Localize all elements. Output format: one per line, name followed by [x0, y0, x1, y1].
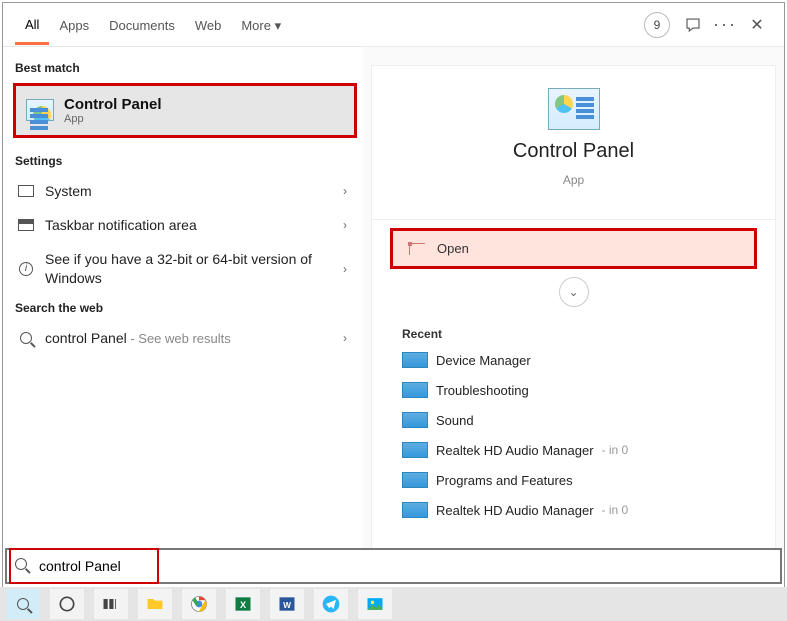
tab-documents[interactable]: Documents — [99, 6, 185, 43]
section-best-match: Best match — [13, 55, 357, 81]
more-options-icon[interactable] — [716, 16, 734, 34]
best-match-result[interactable]: Control Panel App — [13, 83, 357, 138]
open-icon — [409, 243, 425, 255]
section-settings: Settings — [13, 148, 357, 174]
tab-all[interactable]: All — [15, 5, 49, 45]
preview-title: Control Panel — [513, 140, 634, 163]
taskbar-taskview-button[interactable] — [94, 589, 128, 619]
taskbar-cortana-button[interactable] — [50, 589, 84, 619]
recent-item[interactable]: Realtek HD Audio Manager - in 0 — [396, 435, 757, 465]
open-label: Open — [437, 241, 469, 256]
control-panel-icon — [26, 99, 54, 123]
open-action[interactable]: Open — [390, 228, 757, 269]
recent-item[interactable]: Device Manager — [396, 345, 757, 375]
settings-item-label: System — [45, 182, 333, 200]
svg-text:W: W — [283, 600, 291, 610]
tab-web[interactable]: Web — [185, 6, 232, 43]
web-search-label: control Panel - See web results — [45, 329, 333, 348]
svg-text:X: X — [240, 600, 247, 610]
settings-item-label: Taskbar notification area — [45, 216, 333, 234]
expand-actions-button[interactable]: ⌄ — [559, 277, 589, 307]
taskbar-telegram[interactable] — [314, 589, 348, 619]
taskbar-search-button[interactable] — [6, 589, 40, 619]
search-icon — [17, 329, 35, 347]
recent-item-label: Realtek HD Audio Manager — [436, 503, 594, 518]
recent-item-label: Sound — [436, 413, 474, 428]
recent-list: Device Manager Troubleshooting Sound Rea… — [372, 345, 775, 525]
best-match-title: Control Panel — [64, 96, 162, 113]
recent-item-label: Device Manager — [436, 353, 531, 368]
results-panel: Best match Control Panel App Settings Sy… — [3, 47, 363, 552]
taskbar-icon — [17, 216, 35, 234]
cpl-icon — [402, 412, 428, 428]
taskbar-excel[interactable]: X — [226, 589, 260, 619]
recent-item-label: Programs and Features — [436, 473, 573, 488]
feedback-icon[interactable] — [684, 16, 702, 34]
recent-item[interactable]: Sound — [396, 405, 757, 435]
section-search-web: Search the web — [13, 295, 357, 321]
settings-item-system[interactable]: System — [13, 174, 357, 208]
chevron-right-icon — [343, 184, 353, 198]
cpl-icon — [402, 442, 428, 458]
chevron-down-icon: ▾ — [275, 18, 282, 33]
recent-section-label: Recent — [372, 315, 775, 345]
tab-more[interactable]: More ▾ — [231, 6, 291, 44]
info-icon — [17, 260, 35, 278]
rewards-badge[interactable]: 9 — [644, 12, 670, 38]
search-filter-tabs: All Apps Documents Web More ▾ 9 ✕ — [3, 3, 784, 47]
recent-item[interactable]: Realtek HD Audio Manager - in 0 — [396, 495, 757, 525]
preview-subtitle: App — [563, 173, 584, 187]
settings-item-label: See if you have a 32-bit or 64-bit versi… — [45, 250, 333, 286]
close-icon[interactable]: ✕ — [748, 16, 766, 34]
recent-item-label: Troubleshooting — [436, 383, 529, 398]
chevron-right-icon — [343, 331, 353, 345]
cpl-icon — [402, 472, 428, 488]
tab-apps[interactable]: Apps — [49, 6, 99, 43]
taskbar-photos[interactable] — [358, 589, 392, 619]
taskbar: X W — [0, 587, 787, 621]
cpl-icon — [402, 382, 428, 398]
best-match-subtitle: App — [64, 113, 162, 125]
recent-item-suffix: - in 0 — [602, 503, 629, 517]
recent-item-label: Realtek HD Audio Manager — [436, 443, 594, 458]
settings-item-bitness[interactable]: See if you have a 32-bit or 64-bit versi… — [13, 242, 357, 294]
taskbar-chrome[interactable] — [182, 589, 216, 619]
taskbar-word[interactable]: W — [270, 589, 304, 619]
settings-item-taskbar[interactable]: Taskbar notification area — [13, 208, 357, 242]
cpl-icon — [402, 352, 428, 368]
search-bar — [5, 548, 782, 584]
recent-item[interactable]: Troubleshooting — [396, 375, 757, 405]
taskbar-file-explorer[interactable] — [138, 589, 172, 619]
search-icon — [15, 558, 31, 574]
cpl-icon — [402, 502, 428, 518]
web-search-item[interactable]: control Panel - See web results — [13, 321, 357, 356]
control-panel-icon — [548, 88, 600, 130]
preview-panel: Control Panel App Open ⌄ Recent Device M… — [363, 47, 784, 552]
search-input[interactable] — [39, 558, 772, 574]
chevron-right-icon — [343, 218, 353, 232]
chevron-right-icon — [343, 262, 353, 276]
display-icon — [17, 182, 35, 200]
recent-item[interactable]: Programs and Features — [396, 465, 757, 495]
recent-item-suffix: - in 0 — [602, 443, 629, 457]
